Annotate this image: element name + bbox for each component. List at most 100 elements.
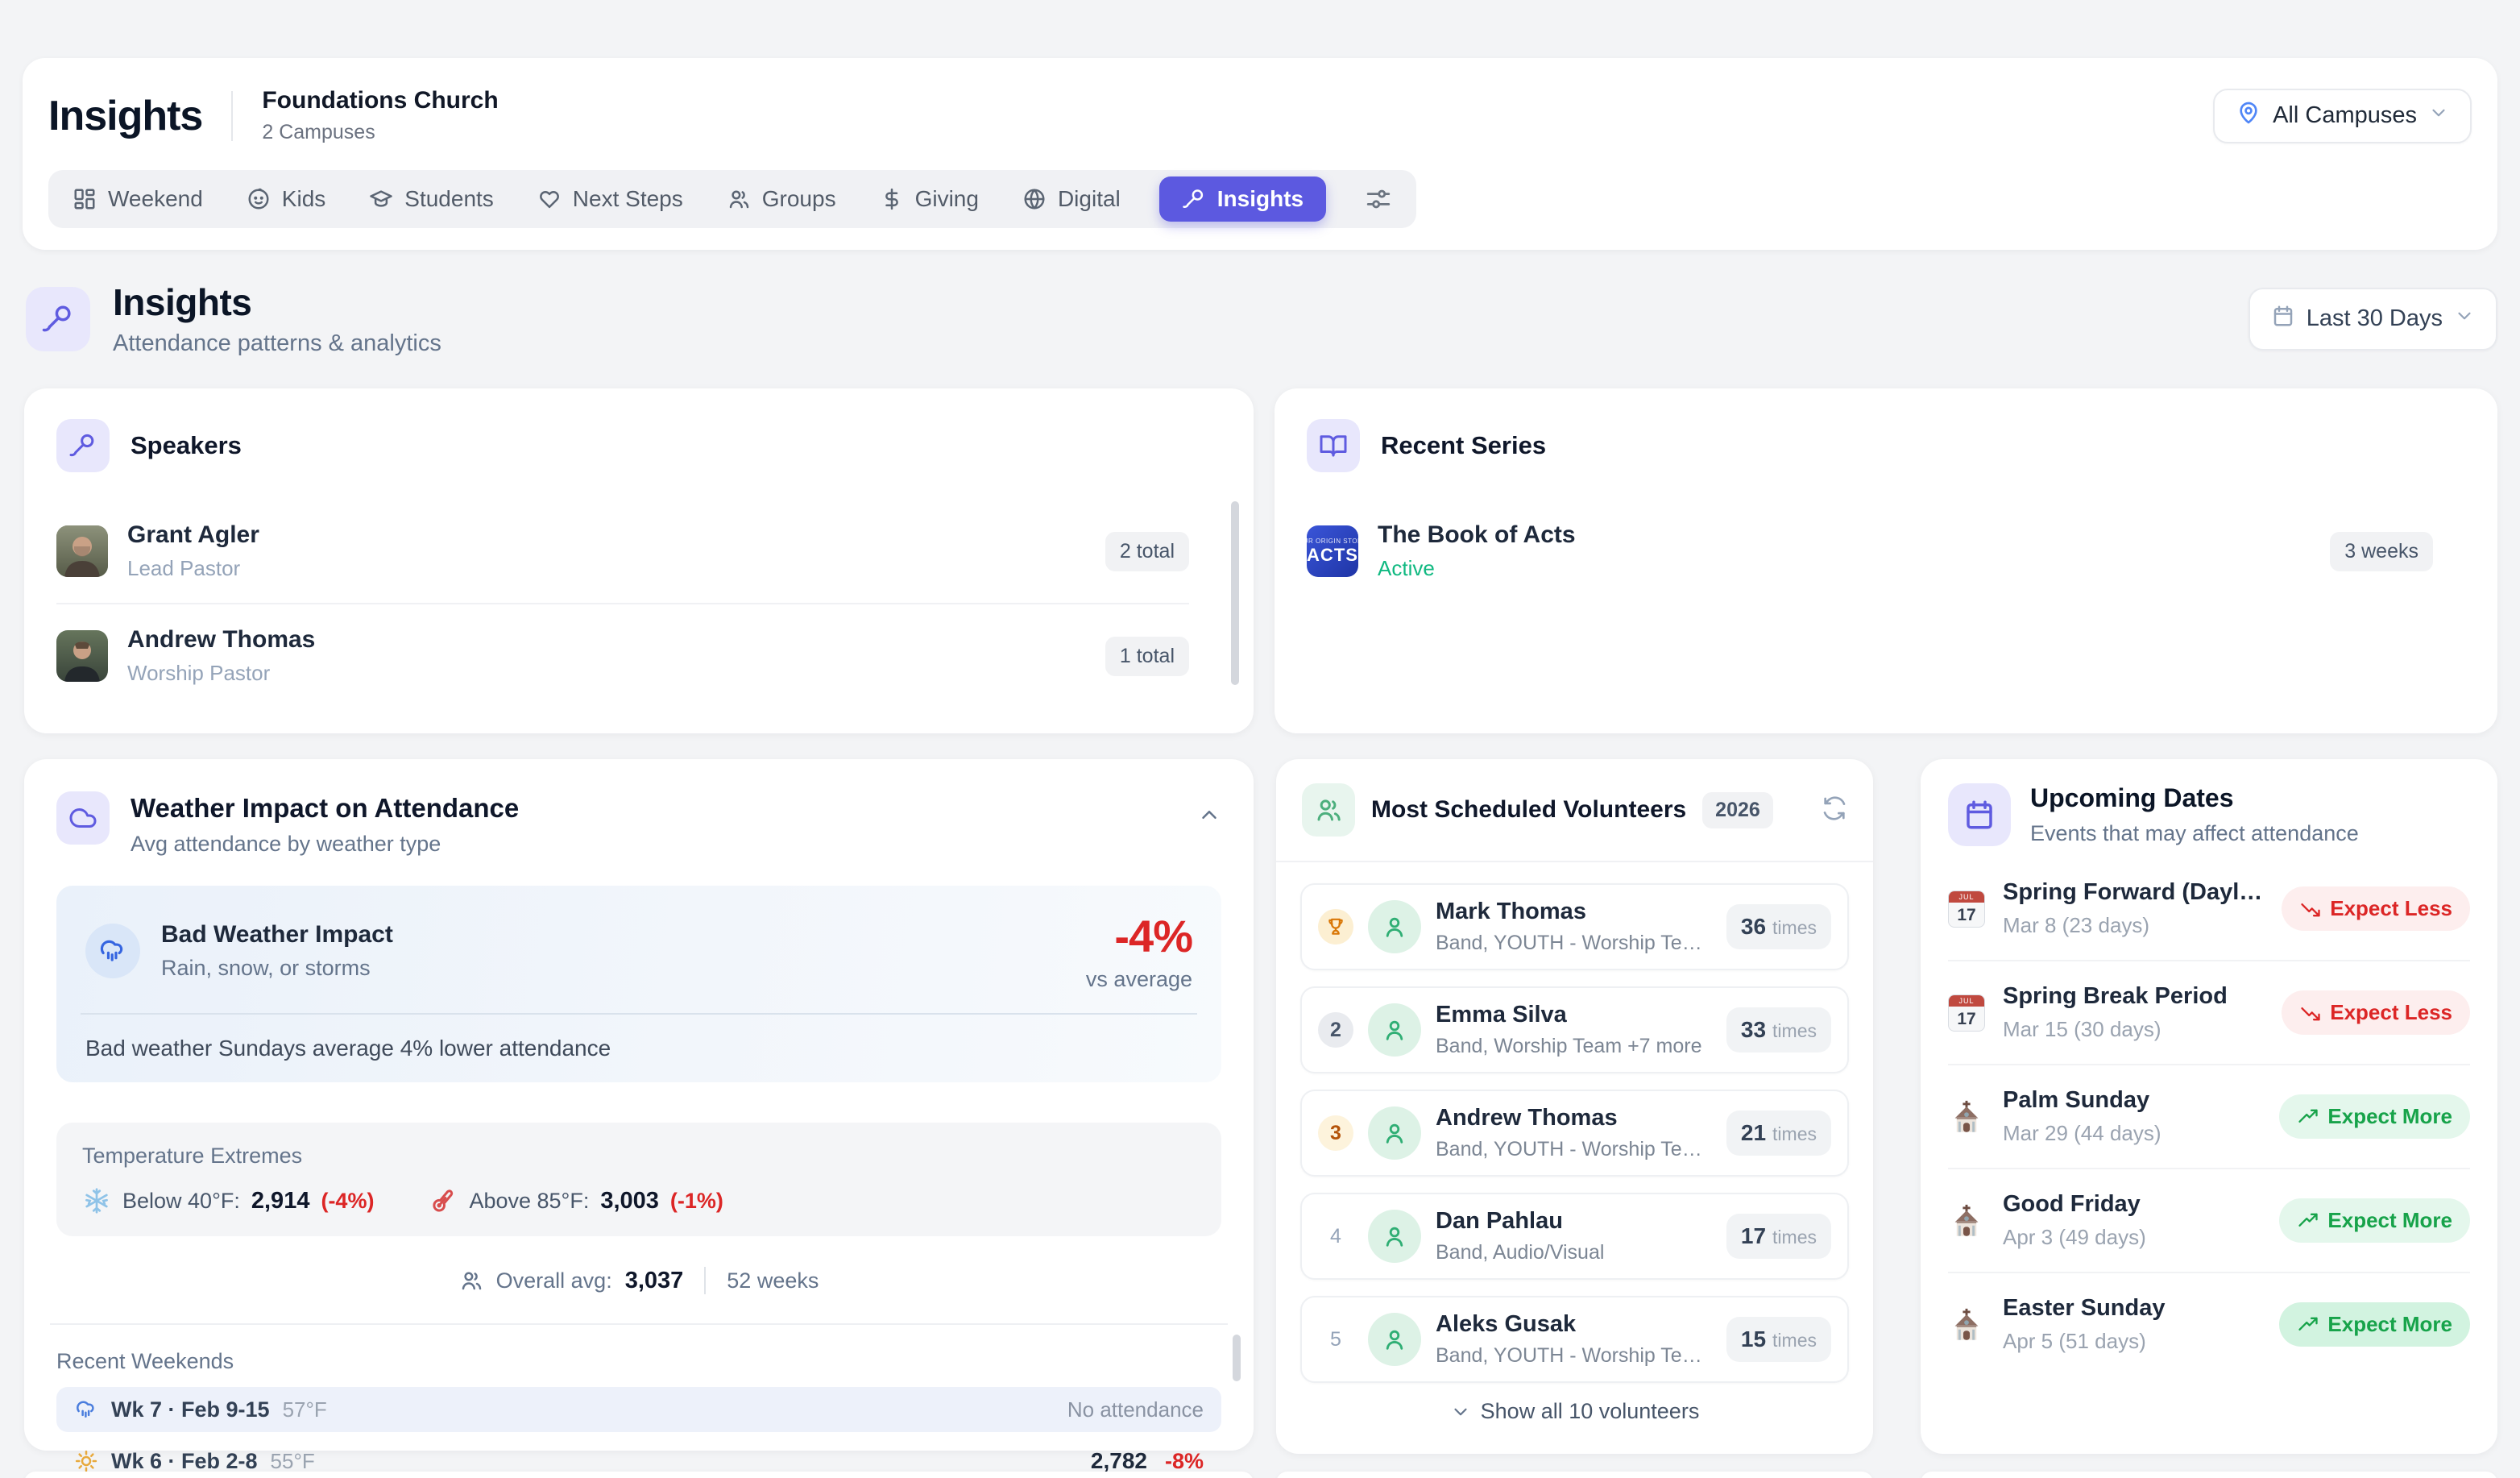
page-title: Insights <box>113 280 441 324</box>
rank-badge: 3 <box>1318 1115 1353 1151</box>
scrollbar-thumb[interactable] <box>1231 501 1239 685</box>
upcoming-date-row[interactable]: Easter Sunday Apr 5 (51 days) Expect Mor… <box>1948 1272 2470 1376</box>
overall-avg-label: Overall avg: <box>496 1268 612 1293</box>
times-badge: 17times <box>1726 1214 1831 1259</box>
impact-vs-label: vs average <box>1086 967 1192 992</box>
date-range-button[interactable]: Last 30 Days <box>2249 288 2497 351</box>
trending-up-icon <box>2297 1210 2319 1232</box>
snowflake-icon <box>82 1186 111 1215</box>
trending-up-icon <box>2297 1106 2319 1128</box>
graduation-cap-icon <box>369 187 393 211</box>
tab-students[interactable]: Students <box>369 186 494 212</box>
map-pin-icon <box>2236 100 2261 132</box>
speaker-row[interactable]: Andrew Thomas Worship Pastor 1 total <box>56 604 1221 708</box>
event-date: Apr 5 (51 days) <box>2003 1329 2261 1354</box>
trending-up-icon <box>2297 1314 2319 1336</box>
event-date: Mar 8 (23 days) <box>2003 913 2264 938</box>
microphone-icon <box>1182 187 1206 211</box>
insights-dashboard: Insights Foundations Church 2 Campuses A… <box>0 0 2520 1478</box>
weekend-label: Wk 6 · Feb 2-8 <box>111 1449 258 1474</box>
tab-giving[interactable]: Giving <box>880 186 979 212</box>
scrollbar-thumb[interactable] <box>1233 1335 1241 1381</box>
volunteer-row[interactable]: 3 Andrew Thomas Band, YOUTH - Worship Te… <box>1300 1090 1849 1177</box>
show-all-volunteers-link[interactable]: Show all 10 volunteers <box>1300 1399 1849 1424</box>
event-name: Easter Sunday <box>2003 1295 2261 1322</box>
times-badge: 15times <box>1726 1317 1831 1362</box>
volunteer-name: Dan Pahlau <box>1436 1208 1712 1235</box>
upcoming-dates-title: Upcoming Dates <box>2030 783 2359 813</box>
date-range-label: Last 30 Days <box>2307 305 2443 332</box>
next-card-edge <box>1276 1472 1873 1478</box>
campus-selector-label: All Campuses <box>2273 102 2417 129</box>
upcoming-date-row[interactable]: JUL 17 Spring Break Period Mar 15 (30 da… <box>1948 960 2470 1064</box>
tab-groups[interactable]: Groups <box>727 186 836 212</box>
person-avatar-icon <box>1368 1003 1421 1057</box>
expect-less-badge: Expect Less <box>2282 990 2470 1035</box>
weather-card-title: Weather Impact on Attendance <box>131 793 519 824</box>
campus-selector-button[interactable]: All Campuses <box>2213 89 2472 143</box>
tab-kids[interactable]: Kids <box>247 186 325 212</box>
tear-off-calendar-icon: JUL 17 <box>1948 891 1985 928</box>
upcoming-dates-subtitle: Events that may affect attendance <box>2030 821 2359 846</box>
app-title: Insights <box>48 92 202 140</box>
volunteer-teams: Band, YOUTH - Worship Team ... <box>1436 1138 1712 1161</box>
volunteer-row[interactable]: 2 Emma Silva Band, Worship Team +7 more … <box>1300 986 1849 1073</box>
tab-digital[interactable]: Digital <box>1022 186 1121 212</box>
app-header: Insights Foundations Church 2 Campuses A… <box>23 58 2497 250</box>
heart-icon <box>537 187 562 211</box>
speaker-name: Grant Agler <box>127 521 259 549</box>
refresh-button[interactable] <box>1822 795 1847 825</box>
rank-badge: 2 <box>1318 1012 1353 1048</box>
tab-next-steps[interactable]: Next Steps <box>537 186 683 212</box>
sliders-icon <box>1365 185 1392 213</box>
divider <box>81 1013 1197 1015</box>
volunteer-name: Aleks Gusak <box>1436 1311 1712 1338</box>
cold-label: Below 40°F: <box>122 1189 240 1214</box>
overall-avg-value: 3,037 <box>625 1268 684 1294</box>
users-icon <box>459 1268 483 1293</box>
users-icon <box>727 187 751 211</box>
grid-icon <box>73 187 97 211</box>
tab-insights[interactable]: Insights <box>1159 176 1326 222</box>
speaker-avatar <box>56 525 108 577</box>
event-date: Apr 3 (49 days) <box>2003 1225 2261 1250</box>
weather-impact-card: Weather Impact on Attendance Avg attenda… <box>24 759 1254 1451</box>
calendar-icon <box>1948 783 2011 846</box>
weekend-row[interactable]: Wk 7 · Feb 9-15 57°F No attendance <box>56 1387 1221 1432</box>
rank-badge: 5 <box>1318 1322 1353 1357</box>
expect-more-badge: Expect More <box>2279 1198 2470 1243</box>
event-name: Good Friday <box>2003 1191 2261 1218</box>
baby-face-icon <box>247 187 271 211</box>
volunteer-row[interactable]: 4 Dan Pahlau Band, Audio/Visual 17times <box>1300 1193 1849 1280</box>
hot-delta: (-1%) <box>670 1189 723 1214</box>
view-options-button[interactable] <box>1365 185 1392 213</box>
volunteers-card-title: Most Scheduled Volunteers <box>1371 796 1686 824</box>
upcoming-date-row[interactable]: JUL 17 Spring Forward (Daylight ... Mar … <box>1948 857 2470 960</box>
times-badge: 21times <box>1726 1111 1831 1156</box>
collapse-button[interactable] <box>1197 791 1221 831</box>
volunteer-name: Mark Thomas <box>1436 899 1712 925</box>
impact-title: Bad Weather Impact <box>161 921 393 949</box>
upcoming-date-row[interactable]: Good Friday Apr 3 (49 days) Expect More <box>1948 1168 2470 1272</box>
volunteer-row[interactable]: Mark Thomas Band, YOUTH - Worship Team .… <box>1300 883 1849 970</box>
expect-more-badge: Expect More <box>2279 1302 2470 1347</box>
series-status: Active <box>1378 556 1576 581</box>
sun-icon <box>74 1449 98 1473</box>
users-icon <box>1302 783 1355 837</box>
series-row[interactable]: OUR ORIGIN STORY ACTS The Book of Acts A… <box>1307 500 2465 603</box>
next-card-edge <box>24 1472 1254 1478</box>
event-name: Spring Forward (Daylight ... <box>2003 879 2264 906</box>
tab-weekend[interactable]: Weekend <box>73 186 203 212</box>
volunteers-card: Most Scheduled Volunteers 2026 Mark Thom… <box>1276 759 1873 1454</box>
rain-cloud-icon <box>85 924 140 978</box>
temperature-extremes-panel: Temperature Extremes Below 40°F: 2,914 (… <box>56 1123 1221 1236</box>
church-icon <box>1948 1306 1985 1343</box>
cold-value: 2,914 <box>251 1188 310 1214</box>
event-date: Mar 15 (30 days) <box>2003 1017 2264 1042</box>
speaker-avatar <box>56 630 108 682</box>
volunteer-row[interactable]: 5 Aleks Gusak Band, YOUTH - Worship Team… <box>1300 1296 1849 1383</box>
times-badge: 36times <box>1726 904 1831 949</box>
cold-delta: (-4%) <box>321 1189 374 1214</box>
upcoming-date-row[interactable]: Palm Sunday Mar 29 (44 days) Expect More <box>1948 1064 2470 1168</box>
speaker-row[interactable]: Grant Agler Lead Pastor 2 total <box>56 500 1221 603</box>
